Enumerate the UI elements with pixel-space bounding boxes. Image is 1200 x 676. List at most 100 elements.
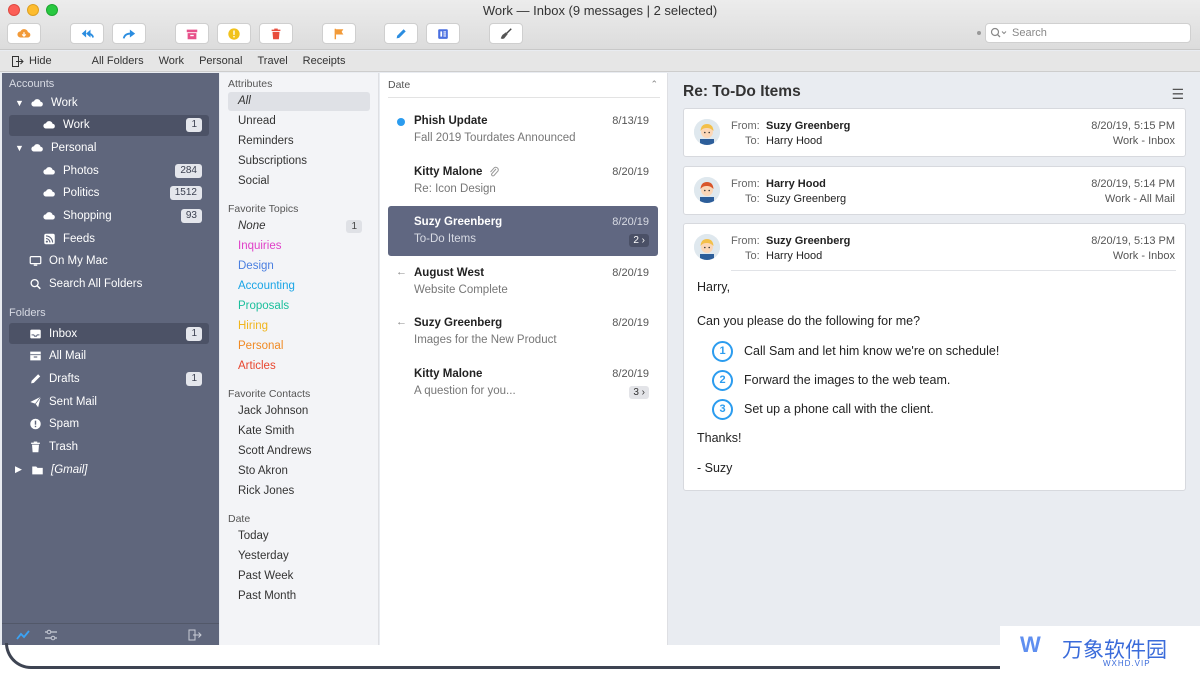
get-mail-button[interactable]: [7, 23, 41, 44]
filter-contact-rick-jones[interactable]: Rick Jones: [228, 482, 370, 501]
sidebar-account-politics[interactable]: Politics 1512: [9, 183, 209, 204]
thread-menu-icon[interactable]: ☰: [1171, 86, 1184, 103]
favorite-folder-item[interactable]: All Folders: [92, 55, 144, 67]
forward-button[interactable]: [112, 23, 146, 44]
sidebar-folder-spam[interactable]: Spam: [9, 414, 209, 435]
filter-attribute-reminders[interactable]: Reminders: [228, 132, 370, 151]
filter-label: Past Week: [238, 570, 294, 582]
sidebar-account-photos[interactable]: Photos 284: [9, 160, 209, 181]
sidebar-account-search-all-folders[interactable]: Search All Folders: [9, 274, 209, 295]
favorite-contacts-heading: Favorite Contacts: [228, 388, 311, 400]
message-date: 8/20/19: [612, 266, 649, 279]
collapsed-message-card[interactable]: From: Harry Hood To: Suzy Greenberg 8/20/19,…: [683, 166, 1186, 215]
favorite-folder-item[interactable]: Personal: [199, 55, 242, 67]
from-name[interactable]: Suzy Greenberg: [766, 120, 850, 132]
filter-topic-inquiries[interactable]: Inquiries: [228, 237, 370, 256]
unread-count-badge: 1: [186, 118, 202, 133]
inbox-icon-wrap: [27, 327, 43, 341]
hide-sidebar-button[interactable]: Hide: [12, 55, 52, 67]
favorite-folder-item[interactable]: Receipts: [303, 55, 346, 67]
settings-sliders-icon[interactable]: [44, 629, 58, 641]
filter-topic-personal[interactable]: Personal: [228, 337, 370, 356]
to-name[interactable]: Harry Hood: [766, 250, 822, 262]
sidebar-account-work[interactable]: ▼ Work: [9, 92, 209, 113]
sidebar-folder-drafts[interactable]: Drafts 1: [9, 368, 209, 389]
disclosure-triangle-icon[interactable]: ▼: [15, 98, 25, 108]
sidebar-account-shopping[interactable]: Shopping 93: [9, 206, 209, 227]
filter-label: Yesterday: [238, 550, 289, 562]
filter-date-past-week[interactable]: Past Week: [228, 567, 370, 586]
sidebar-folder--gmail-[interactable]: ▶ [Gmail]: [9, 459, 209, 480]
sidebar-folder-inbox[interactable]: Inbox 1: [9, 323, 209, 344]
archive-button[interactable]: [175, 23, 209, 44]
sidebar-account-on-my-mac[interactable]: On My Mac: [9, 251, 209, 272]
filter-attribute-all[interactable]: All: [228, 92, 370, 111]
thread-count-badge[interactable]: 3 ›: [629, 386, 649, 399]
filter-topic-none[interactable]: None 1: [228, 217, 370, 236]
from-name[interactable]: Suzy Greenberg: [766, 235, 850, 247]
sender-avatar: [694, 177, 720, 203]
address-book-icon: [438, 28, 448, 39]
cleanup-button[interactable]: [489, 23, 523, 44]
sidebar-folder-all-mail[interactable]: All Mail: [9, 346, 209, 367]
message-row[interactable]: Suzy Greenberg To-Do Items 8/20/19 2 ›: [388, 206, 658, 257]
compose-button[interactable]: [384, 23, 418, 44]
folder-icon: [31, 466, 43, 475]
filter-topic-hiring[interactable]: Hiring: [228, 317, 370, 336]
expanded-message-card[interactable]: From: Suzy Greenberg To: Harry Hood 8/20/19,…: [683, 223, 1186, 491]
sidebar-account-feeds[interactable]: Feeds: [9, 228, 209, 249]
disclosure-triangle-icon[interactable]: ▶: [15, 464, 25, 475]
message-subject: To-Do Items: [414, 233, 476, 246]
filter-label: Articles: [238, 360, 276, 372]
filter-contact-jack-johnson[interactable]: Jack Johnson: [228, 402, 370, 421]
search-input[interactable]: Search: [985, 23, 1191, 43]
sidebar-folder-trash[interactable]: Trash: [9, 437, 209, 458]
sidebar-folder-sent-mail[interactable]: Sent Mail: [9, 391, 209, 412]
favorite-folder-item[interactable]: Travel: [257, 55, 287, 67]
reply-all-button[interactable]: [70, 23, 104, 44]
activity-icon[interactable]: [16, 629, 30, 641]
contacts-button[interactable]: [426, 23, 460, 44]
message-row[interactable]: Phish Update Fall 2019 Tourdates Announce…: [388, 105, 658, 155]
from-name[interactable]: Harry Hood: [766, 178, 826, 190]
cloud-icon-wrap: [41, 186, 57, 200]
filter-label: Past Month: [238, 590, 297, 602]
filter-contact-scott-andrews[interactable]: Scott Andrews: [228, 442, 370, 461]
filter-date-past-month[interactable]: Past Month: [228, 587, 370, 606]
delete-button[interactable]: [259, 23, 293, 44]
filter-date-today[interactable]: Today: [228, 527, 370, 546]
filter-topic-accounting[interactable]: Accounting: [228, 277, 370, 296]
to-name[interactable]: Suzy Greenberg: [766, 193, 846, 205]
filter-contact-kate-smith[interactable]: Kate Smith: [228, 422, 370, 441]
send-icon-wrap: [27, 395, 43, 409]
message-timestamp: 8/20/19, 5:13 PM: [1091, 235, 1175, 247]
collapsed-message-card[interactable]: From: Suzy Greenberg To: Harry Hood 8/20/19,…: [683, 108, 1186, 157]
sender-avatar: [694, 119, 720, 145]
hide-label: Hide: [29, 55, 52, 67]
filter-contact-sto-akron[interactable]: Sto Akron: [228, 462, 370, 481]
sidebar-account-personal[interactable]: ▼ Personal: [9, 137, 209, 158]
flag-button[interactable]: [322, 23, 356, 44]
filter-attribute-subscriptions[interactable]: Subscriptions: [228, 152, 370, 171]
filter-attribute-social[interactable]: Social: [228, 172, 370, 191]
warning-icon: [228, 27, 240, 40]
message-row[interactable]: Kitty Malone A question for you... 8/20/19…: [388, 358, 658, 408]
thread-count-badge[interactable]: 2 ›: [629, 234, 649, 248]
sort-header[interactable]: Date ⌃: [388, 79, 660, 98]
disclosure-triangle-icon[interactable]: ▼: [15, 143, 25, 153]
junk-button[interactable]: [217, 23, 251, 44]
filter-attribute-unread[interactable]: Unread: [228, 112, 370, 131]
message-row[interactable]: ← Suzy Greenberg Images for the New Produc…: [388, 307, 658, 357]
filter-topic-design[interactable]: Design: [228, 257, 370, 276]
sidebar-account-work[interactable]: Work 1: [9, 114, 209, 136]
filter-topic-articles[interactable]: Articles: [228, 357, 370, 376]
favorite-folder-item[interactable]: Work: [159, 55, 184, 67]
filter-topic-proposals[interactable]: Proposals: [228, 297, 370, 316]
message-row[interactable]: Kitty Malone Re: Icon Design 8/20/19: [388, 156, 658, 206]
message-row[interactable]: ← August West Website Complete 8/20/19: [388, 257, 658, 307]
sign-out-icon[interactable]: [188, 629, 202, 641]
filter-date-yesterday[interactable]: Yesterday: [228, 547, 370, 566]
cloud-icon: [42, 166, 55, 175]
thread-title: Re: To-Do Items: [683, 83, 801, 100]
to-name[interactable]: Harry Hood: [766, 135, 822, 147]
